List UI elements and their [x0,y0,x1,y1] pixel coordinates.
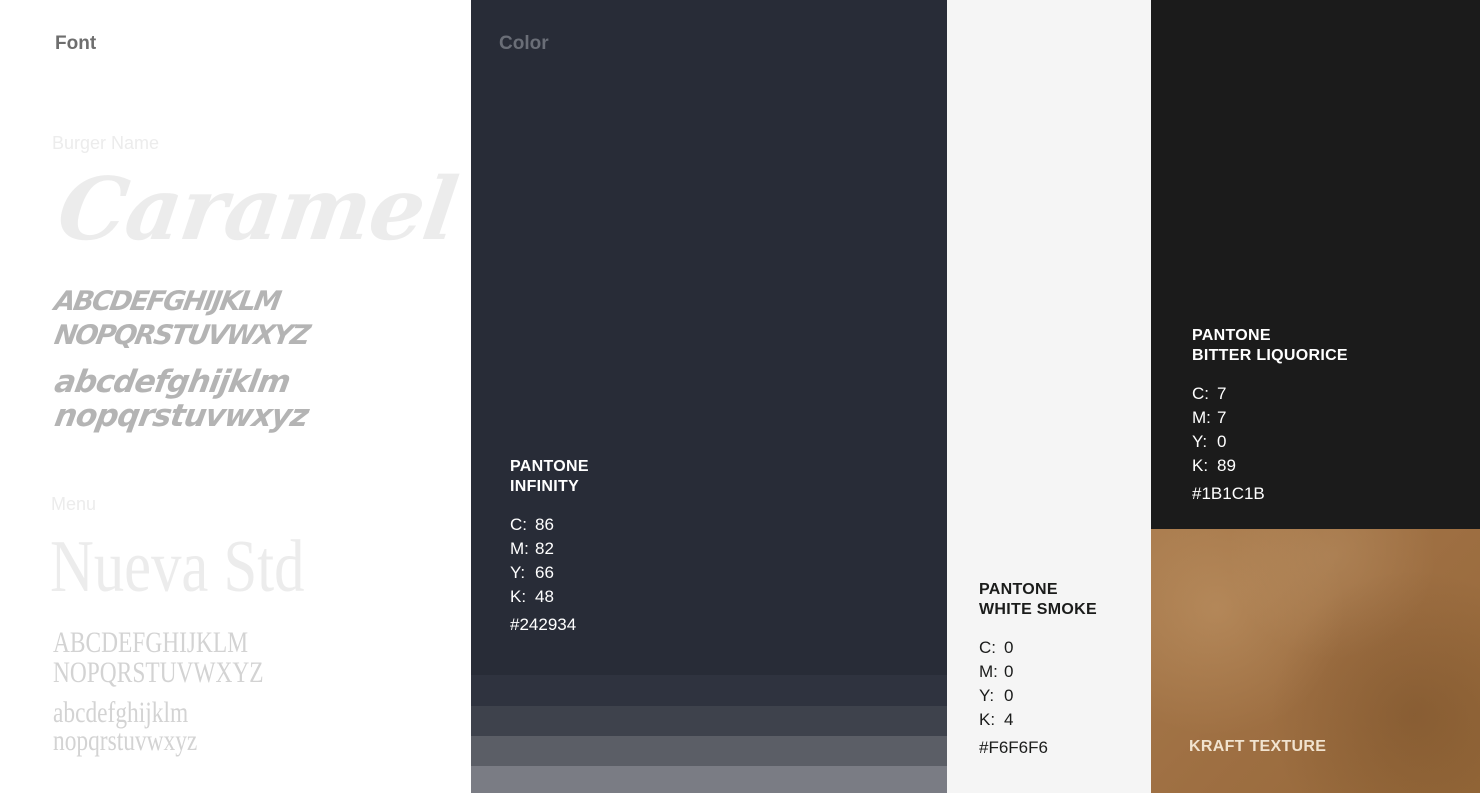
swatch-name: INFINITY [510,478,580,495]
menu-font-label: Menu [51,494,97,514]
hex-value: #1B1C1B [1192,484,1265,503]
cmyk-c: C: 0 [979,638,1014,657]
tint-bar-4 [471,766,947,793]
tint-bar-1 [471,675,947,706]
kraft-texture-panel: KRAFT TEXTURE [1151,529,1480,793]
burger-font-lowercase-2: nopqrstuvwxyz [52,398,311,434]
hex-value: #F6F6F6 [979,738,1048,757]
color-section-title: Color [499,33,549,54]
menu-font-uppercase-1: ABCDEFGHIJKLM [53,626,249,659]
tint-bar-3 [471,736,947,766]
cmyk-k: K: 89 [1192,456,1236,475]
cmyk-m: M: 0 [979,662,1014,681]
swatch-infinity-info: PANTONE INFINITY C: 86 M: 82 Y: 66 K: 48 #24… [510,457,589,635]
font-section-title: Font [55,33,97,54]
swatch-name: BITTER LIQUORICE [1192,347,1348,364]
cmyk-values: C: 0 M: 0 Y: 0 K: 4 [979,636,1097,732]
cmyk-c: C: 86 [510,515,554,534]
burger-font-uppercase-2: NOPQRSTUVWXYZ [52,320,311,351]
menu-font-lowercase-2: nopqrstuvwxyz [53,724,198,757]
hex-value: #242934 [510,615,577,634]
cmyk-values: C: 86 M: 82 Y: 66 K: 48 [510,513,589,609]
cmyk-c: C: 7 [1192,384,1227,403]
cmyk-m: M: 82 [510,539,554,558]
swatch-brand: PANTONE [979,581,1058,598]
cmyk-y: Y: 0 [1192,432,1227,451]
menu-font-sample: Nueva Std [50,526,305,608]
cmyk-k: K: 4 [979,710,1014,729]
swatch-bitter-liquorice-info: PANTONE BITTER LIQUORICE C: 7 M: 7 Y: 0 K: 8… [1192,326,1348,504]
swatch-white-smoke-panel: PANTONE WHITE SMOKE C: 0 M: 0 Y: 0 K: 4 #F6F… [947,0,1151,793]
font-panel: Font Burger Name Caramel ABCDEFGHIJKLM N… [0,0,471,793]
cmyk-y: Y: 66 [510,563,554,582]
cmyk-m: M: 7 [1192,408,1227,427]
swatch-name: WHITE SMOKE [979,601,1097,618]
cmyk-k: K: 48 [510,587,554,606]
cmyk-y: Y: 0 [979,686,1014,705]
burger-font-uppercase-1: ABCDEFGHIJKLM [52,286,282,317]
swatch-bitter-liquorice-panel: PANTONE BITTER LIQUORICE C: 7 M: 7 Y: 0 K: 8… [1151,0,1480,529]
burger-font-sample: Caramel [52,159,463,260]
swatch-white-smoke-info: PANTONE WHITE SMOKE C: 0 M: 0 Y: 0 K: 4 #F6F… [979,580,1097,758]
swatch-brand: PANTONE [510,458,589,475]
menu-font-uppercase-2: NOPQRSTUVWXYZ [53,656,264,689]
swatch-infinity-panel: Color PANTONE INFINITY C: 86 M: 82 Y: 66 K:… [471,0,947,793]
swatch-brand: PANTONE [1192,327,1271,344]
kraft-texture-label: KRAFT TEXTURE [1189,738,1327,755]
tint-bar-2 [471,706,947,736]
burger-font-lowercase-1: abcdefghijklm [52,364,293,400]
cmyk-values: C: 7 M: 7 Y: 0 K: 89 [1192,382,1348,478]
burger-font-label: Burger Name [52,133,160,153]
